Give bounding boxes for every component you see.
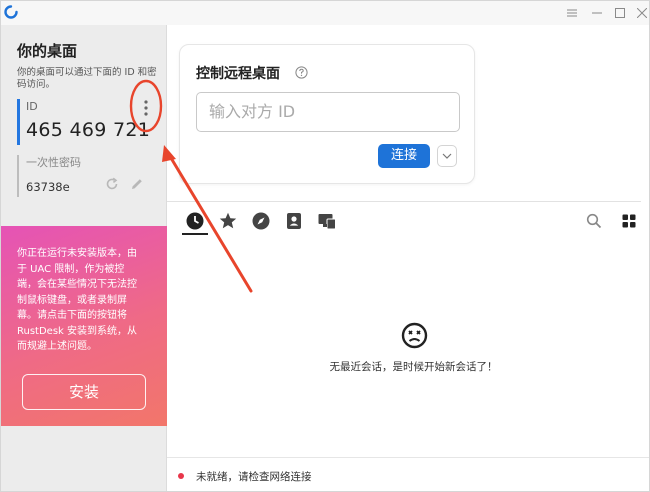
install-warning-text: 你正在运行未安装版本，由 于 UAC 限制，作为被控 端，会在某些情况下无法控 … [17,246,159,355]
id-accent-bar [17,99,20,145]
connect-options-dropdown[interactable] [437,145,457,167]
one-time-password-value[interactable]: 63738e [26,180,70,194]
warning-line: RustDesk 安装到系统，从 [17,325,137,337]
discovered-compass-icon[interactable] [251,211,271,231]
warning-line: 端，会在某些情况下无法控 [17,279,137,290]
your-desktop-title: 你的桌面 [17,42,78,60]
empty-sessions-message: 无最近会话，是时候开始新会话了！ [329,361,498,373]
password-accent-bar [17,155,19,197]
your-desktop-description: 你的桌面可以通过下面的 ID 和密码访问。 [17,67,157,90]
group-devices-icon[interactable] [317,211,337,231]
title-bar [1,1,649,25]
status-bar: 未就绪，请检查网络连接 [167,457,649,491]
connect-button[interactable]: 连接 [378,144,430,168]
id-label: ID [26,100,38,113]
app-window: 你的桌面 你的桌面可以通过下面的 ID 和密码访问。 ID 465 469 72… [0,0,650,492]
warning-line: 于 UAC 限制，作为被控 [17,263,125,275]
warning-line: 幕。请点击下面的按钮将 [17,310,127,321]
edit-password-icon[interactable] [130,177,144,191]
close-icon[interactable] [632,4,649,22]
recent-sessions-icon[interactable] [185,211,205,231]
control-remote-title: 控制远程桌面 [196,66,280,82]
maximize-icon[interactable] [610,4,630,22]
connection-status-text[interactable]: 未就绪，请检查网络连接 [196,469,312,484]
favorites-star-icon[interactable] [218,211,238,231]
sad-face-icon [401,322,428,349]
minimize-icon[interactable] [587,4,607,22]
id-more-options-icon[interactable] [138,98,154,118]
menu-icon[interactable] [562,4,582,22]
refresh-password-icon[interactable] [105,177,119,191]
status-indicator-dot [178,473,184,479]
warning-line: 而规避上述问题。 [17,341,97,352]
left-panel: 你的桌面 你的桌面可以通过下面的 ID 和密码访问。 ID 465 469 72… [1,25,167,491]
id-value[interactable]: 465 469 721 [26,119,150,141]
remote-id-input[interactable]: 输入对方 ID [196,92,460,132]
one-time-password-label: 一次性密码 [26,156,81,169]
control-remote-card: 控制远程桌面 输入对方 ID 连接 [179,44,475,184]
active-tab-indicator [182,233,208,235]
search-icon[interactable] [586,213,602,229]
chevron-down-icon [442,153,452,159]
help-icon[interactable] [295,66,308,79]
install-warning-card: 你正在运行未安装版本，由 于 UAC 限制，作为被控 端，会在某些情况下无法控 … [1,226,167,426]
install-button[interactable]: 安装 [22,374,146,410]
grid-view-icon[interactable] [622,214,636,228]
warning-line: 制鼠标键盘，或者录制屏 [17,294,127,306]
address-book-icon[interactable] [284,211,304,231]
warning-line: 你正在运行未安装版本，由 [17,248,137,259]
section-divider [167,201,641,202]
rustdesk-logo-icon [4,5,18,19]
